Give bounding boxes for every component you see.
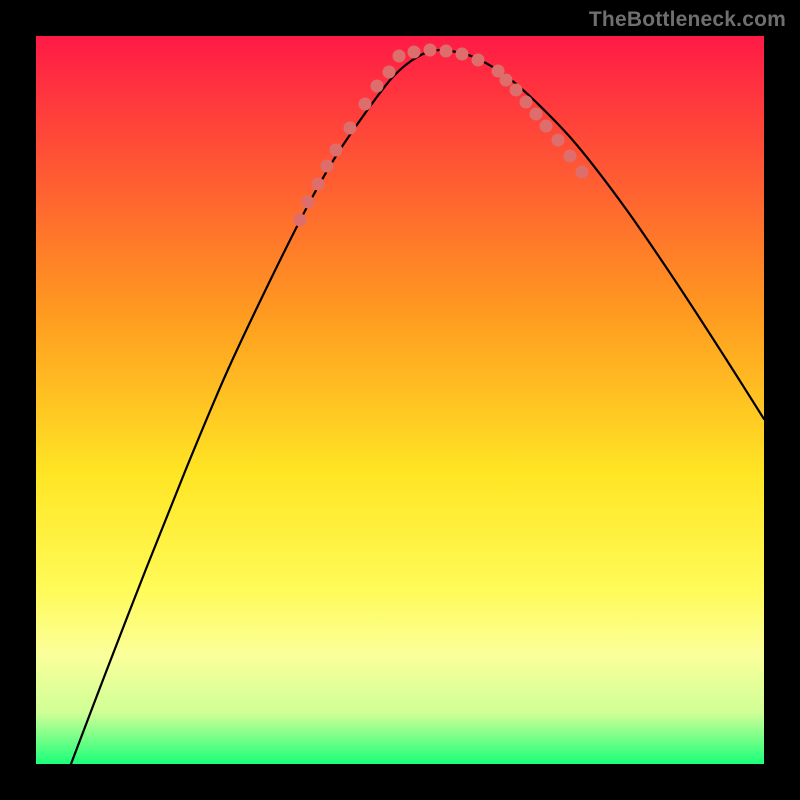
curve-marker-dot xyxy=(344,122,357,135)
curve-marker-dot xyxy=(520,96,533,109)
curve-marker-dot xyxy=(383,66,396,79)
bottleneck-curve xyxy=(71,50,764,764)
curve-marker-dot xyxy=(359,98,372,111)
curve-marker-dot xyxy=(330,144,343,157)
watermark-text: TheBottleneck.com xyxy=(589,8,786,32)
curve-markers xyxy=(294,44,589,227)
bottleneck-curve-layer xyxy=(36,36,764,764)
curve-marker-dot xyxy=(312,178,325,191)
curve-marker-dot xyxy=(424,44,437,57)
curve-marker-dot xyxy=(576,166,589,179)
chart-frame xyxy=(36,36,764,764)
curve-marker-dot xyxy=(294,214,307,227)
curve-marker-dot xyxy=(408,46,421,59)
curve-marker-dot xyxy=(540,120,553,133)
curve-marker-dot xyxy=(393,50,406,63)
curve-marker-dot xyxy=(552,134,565,147)
curve-marker-dot xyxy=(302,196,315,209)
curve-marker-dot xyxy=(500,74,513,87)
curve-marker-dot xyxy=(530,108,543,121)
curve-marker-dot xyxy=(321,160,334,173)
curve-marker-dot xyxy=(510,84,523,97)
curve-marker-dot xyxy=(440,45,453,58)
curve-marker-dot xyxy=(456,48,469,61)
curve-marker-dot xyxy=(371,80,384,93)
curve-marker-dot xyxy=(472,54,485,67)
curve-marker-dot xyxy=(564,150,577,163)
